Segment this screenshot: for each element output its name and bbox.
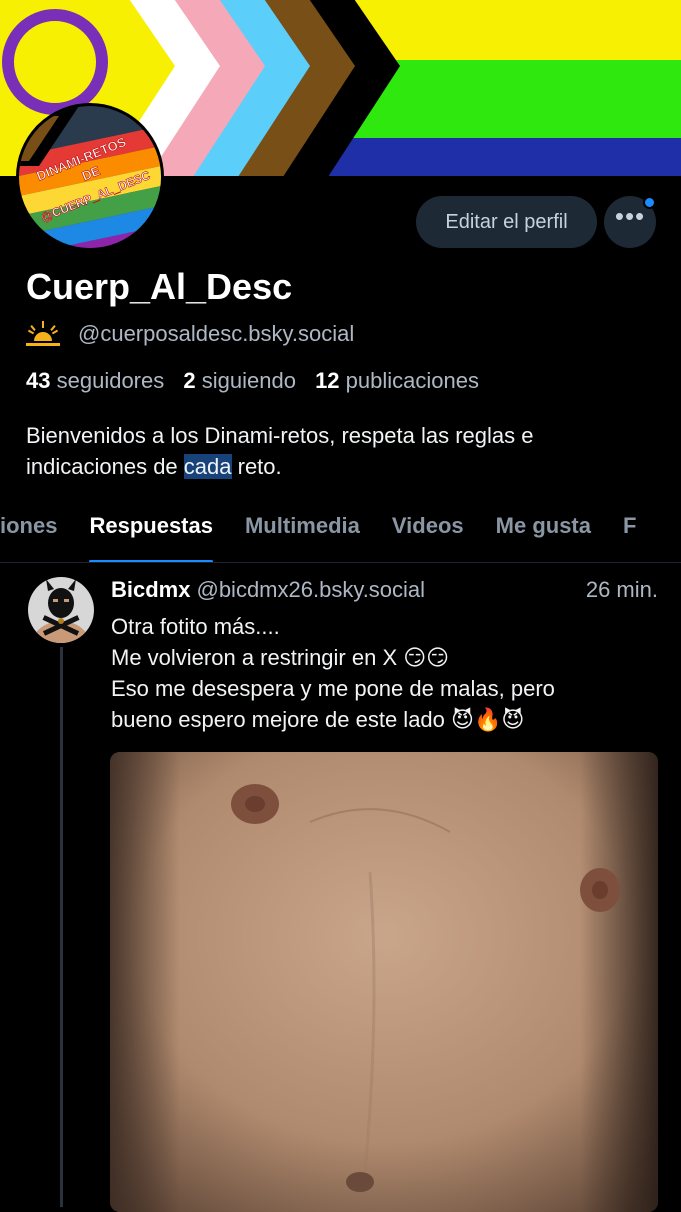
posts-count: 12 bbox=[315, 368, 340, 393]
handle-row: @cuerposaldesc.bsky.social bbox=[26, 318, 354, 350]
profile-tabs: iones Respuestas Multimedia Videos Me gu… bbox=[0, 496, 681, 563]
edit-profile-button[interactable]: Editar el perfil bbox=[416, 196, 597, 248]
followers-label: seguidores bbox=[56, 368, 165, 393]
following-label: siguiendo bbox=[201, 368, 296, 393]
post-timestamp[interactable]: 26 min. bbox=[586, 577, 658, 603]
tab-videos[interactable]: Videos bbox=[376, 496, 480, 562]
tab-me-gusta[interactable]: Me gusta bbox=[480, 496, 607, 562]
followers-stat[interactable]: 43 seguidores bbox=[26, 368, 177, 393]
profile-handle[interactable]: @cuerposaldesc.bsky.social bbox=[78, 321, 354, 347]
tab-feeds[interactable]: F bbox=[607, 496, 652, 562]
following-stat[interactable]: 2 siguiendo bbox=[183, 368, 309, 393]
profile-avatar[interactable]: DINAMI-RETOS DE @CUERP_AL_DESC bbox=[16, 103, 164, 251]
tab-publicaciones[interactable]: iones bbox=[0, 496, 73, 562]
thread-line bbox=[60, 647, 63, 1207]
post-line: Me volvieron a restringir en X 😏😏 bbox=[111, 645, 450, 670]
bio-text-end: reto. bbox=[231, 454, 282, 479]
more-dots-icon: ••• bbox=[614, 201, 646, 231]
notification-dot bbox=[643, 196, 656, 209]
post-line: bueno espero mejore de este lado 😈🔥😈 bbox=[111, 707, 525, 732]
sunrise-icon bbox=[26, 321, 60, 346]
bio-selected-text: cada bbox=[183, 454, 232, 479]
following-count: 2 bbox=[183, 368, 196, 393]
tab-multimedia[interactable]: Multimedia bbox=[229, 496, 376, 562]
post-text: Otra fotito más.... Me volvieron a restr… bbox=[111, 611, 661, 735]
post-image[interactable] bbox=[110, 752, 658, 1212]
tab-respuestas-label: Respuestas bbox=[89, 513, 213, 538]
post-author-name[interactable]: Bicdmx bbox=[111, 577, 190, 602]
feed-post[interactable]: Bicdmx @bicdmx26.bsky.social 26 min. Otra… bbox=[0, 563, 681, 1212]
followers-count: 43 bbox=[26, 368, 51, 393]
posts-label: publicaciones bbox=[345, 368, 479, 393]
tab-respuestas[interactable]: Respuestas bbox=[73, 496, 229, 562]
display-name: Cuerp_Al_Desc bbox=[26, 266, 293, 307]
profile-bio: Bienvenidos a los Dinami-retos, respeta … bbox=[26, 420, 656, 482]
more-options-button[interactable]: ••• bbox=[604, 196, 656, 248]
posts-stat: 12 publicaciones bbox=[315, 368, 492, 393]
post-line: Eso me desespera y me pone de malas, per… bbox=[111, 676, 555, 701]
post-line: Otra fotito más.... bbox=[111, 614, 280, 639]
post-author-avatar[interactable] bbox=[28, 577, 94, 643]
post-author-handle[interactable]: @bicdmx26.bsky.social bbox=[196, 577, 425, 602]
profile-stats: 43 seguidores 2 siguiendo 12 publicacion… bbox=[26, 368, 492, 394]
post-header: Bicdmx @bicdmx26.bsky.social 26 min. bbox=[111, 577, 658, 603]
